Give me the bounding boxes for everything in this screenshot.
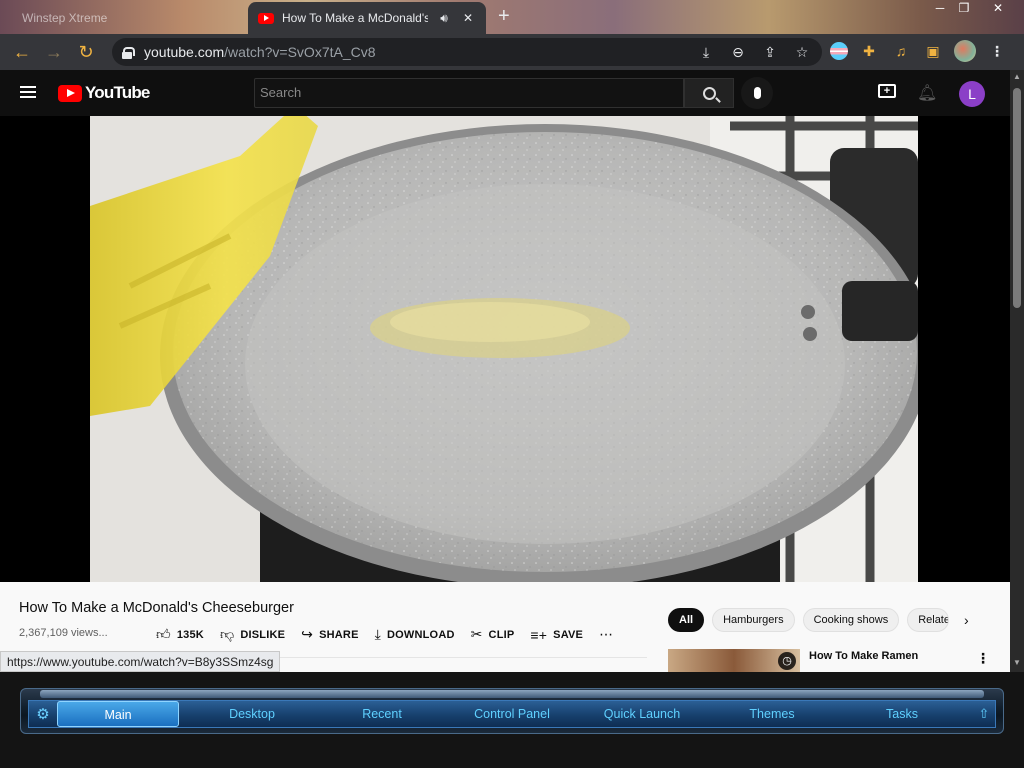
microphone-icon — [753, 87, 761, 99]
voice-search-button[interactable] — [741, 77, 773, 109]
account-avatar[interactable]: L — [959, 81, 985, 107]
link-hover-status: https://www.youtube.com/watch?v=B8y3SSmz… — [0, 651, 281, 672]
more-actions-button[interactable]: ⋯ — [599, 626, 613, 643]
page-scrollbar[interactable]: ▲ ▼ — [1010, 70, 1024, 672]
download-button[interactable]: ⤓ DOWNLOAD — [375, 626, 455, 643]
side-panel-icon[interactable]: ▣ — [922, 40, 944, 62]
arrow-up-icon[interactable]: ⇧ — [973, 706, 995, 722]
share-arrow-icon: ↪ — [301, 626, 314, 642]
playlist-add-icon: ≡+ — [530, 626, 548, 643]
clip-button[interactable]: ✂ CLIP — [471, 626, 515, 643]
youtube-masthead: YouTube Search + 🔔︎ L — [0, 70, 1010, 116]
browser-tab-strip: Winstep Xtreme How To Make a McDonald's … — [0, 0, 1024, 34]
recommendation-title[interactable]: How To Make Ramen — [809, 650, 918, 662]
gear-icon[interactable]: ⚙ — [29, 705, 57, 723]
scroll-down-arrow-icon[interactable]: ▼ — [1013, 658, 1021, 667]
save-button[interactable]: ≡+ SAVE — [530, 627, 583, 643]
media-queue-icon[interactable]: ♫ — [890, 40, 912, 62]
hamburger-menu-icon[interactable] — [20, 86, 36, 98]
taskbar-item-themes[interactable]: Themes — [707, 701, 837, 727]
youtube-logo[interactable]: YouTube — [58, 83, 150, 103]
tab-winstep[interactable]: Winstep Xtreme — [8, 6, 244, 30]
taskbar-item-quick-launch[interactable]: Quick Launch — [577, 701, 707, 727]
filter-chips: All Hamburgers Cooking shows Related — [668, 608, 950, 632]
search-icon — [702, 86, 716, 100]
forward-button[interactable]: → — [38, 36, 70, 68]
taskbar-item-recent[interactable]: Recent — [317, 701, 447, 727]
reload-button[interactable]: ↻ — [70, 36, 102, 68]
taskbar-item-tasks[interactable]: Tasks — [837, 701, 967, 727]
more-dots-icon: ⋯ — [599, 626, 614, 642]
taskbar-item-desktop[interactable]: Desktop — [187, 701, 317, 727]
back-button[interactable]: ← — [6, 36, 38, 68]
share-icon[interactable]: ⇪ — [760, 42, 780, 62]
share-button[interactable]: ↪ SHARE — [301, 626, 358, 643]
video-actions: 👍︎ 135K 👎︎ DISLIKE ↪ SHARE ⤓ DOWNLOAD ✂ … — [156, 626, 613, 643]
zoom-out-icon[interactable]: ⊖ — [728, 42, 748, 62]
tab-label: How To Make a McDonald's — [282, 11, 428, 25]
like-count: 135K — [176, 628, 204, 641]
recommendation-menu-icon[interactable]: ⋮ — [976, 650, 990, 667]
chip-related[interactable]: Related — [907, 608, 950, 632]
watch-later-clock-icon[interactable]: ◷ — [778, 652, 796, 670]
save-label: SAVE — [553, 628, 584, 641]
close-tab-icon[interactable]: ✕ — [460, 11, 476, 25]
maximize-button[interactable]: ❐ — [952, 0, 976, 18]
dislike-button[interactable]: 👎︎ DISLIKE — [220, 626, 285, 643]
share-label: SHARE — [319, 628, 359, 641]
chip-hamburgers[interactable]: Hamburgers — [712, 608, 795, 632]
address-bar[interactable]: youtube.com/watch?v=SvOx7tA_Cv8 ⤓ ⊖ ⇪ ☆ — [112, 38, 822, 66]
clip-label: CLIP — [488, 628, 515, 641]
view-count[interactable]: 2,367,109 views... — [19, 627, 108, 639]
extension-flag-icon[interactable] — [830, 42, 848, 60]
new-tab-button[interactable]: + — [498, 6, 510, 26]
logo-text: YouTube — [85, 83, 150, 102]
youtube-play-icon — [58, 84, 82, 102]
scrollbar-thumb[interactable] — [1013, 88, 1021, 308]
profile-avatar-icon[interactable] — [954, 40, 976, 62]
tab-youtube-video[interactable]: How To Make a McDonald's 🔊︎ ✕ — [248, 2, 486, 34]
video-frame-pan-oil — [90, 116, 918, 582]
scroll-up-arrow-icon[interactable]: ▲ — [1013, 72, 1021, 81]
thumbs-up-icon: 👍︎ — [156, 626, 171, 642]
browser-toolbar: ← → ↻ youtube.com/watch?v=SvOx7tA_Cv8 ⤓ … — [0, 34, 1024, 70]
taskbar: ⚙ Main Desktop Recent Control Panel Quic… — [0, 672, 1024, 768]
search-button[interactable] — [684, 78, 734, 108]
url-text: youtube.com/watch?v=SvOx7tA_Cv8 — [144, 44, 376, 60]
chip-cooking-shows[interactable]: Cooking shows — [802, 608, 900, 632]
like-button[interactable]: 👍︎ 135K — [156, 626, 204, 643]
video-player[interactable] — [90, 116, 918, 582]
chip-all[interactable]: All — [668, 608, 705, 632]
taskbar-menu: ⚙ Main Desktop Recent Control Panel Quic… — [28, 700, 996, 728]
create-video-icon[interactable]: + — [878, 84, 896, 98]
taskbar-item-control-panel[interactable]: Control Panel — [447, 701, 577, 727]
kebab-menu-icon[interactable]: ⋮ — [986, 40, 1008, 62]
bookmark-star-icon[interactable]: ☆ — [792, 42, 812, 62]
dislike-label: DISLIKE — [240, 628, 286, 641]
chevron-right-icon[interactable]: › — [964, 612, 969, 628]
extensions-puzzle-icon[interactable]: ✚ — [858, 40, 880, 62]
close-window-button[interactable]: ✕ — [986, 0, 1010, 18]
notifications-bell-icon[interactable]: 🔔︎ — [917, 83, 937, 103]
download-label: DOWNLOAD — [387, 628, 455, 641]
video-title: How To Make a McDonald's Cheeseburger — [19, 600, 294, 616]
scissors-icon: ✂ — [470, 626, 483, 642]
taskbar-item-main[interactable]: Main — [57, 701, 179, 727]
speaker-icon[interactable]: 🔊︎ — [436, 11, 452, 26]
youtube-favicon-icon — [258, 12, 274, 24]
lock-icon[interactable] — [122, 46, 135, 59]
thumbs-down-icon: 👎︎ — [219, 626, 235, 642]
download-icon: ⤓ — [374, 626, 382, 642]
install-app-icon[interactable]: ⤓ — [696, 42, 716, 62]
search-input[interactable]: Search — [254, 78, 684, 108]
tab-label: Winstep Xtreme — [22, 11, 108, 25]
taskbar-rail — [40, 690, 984, 698]
minimize-button[interactable]: ─ — [928, 0, 952, 18]
